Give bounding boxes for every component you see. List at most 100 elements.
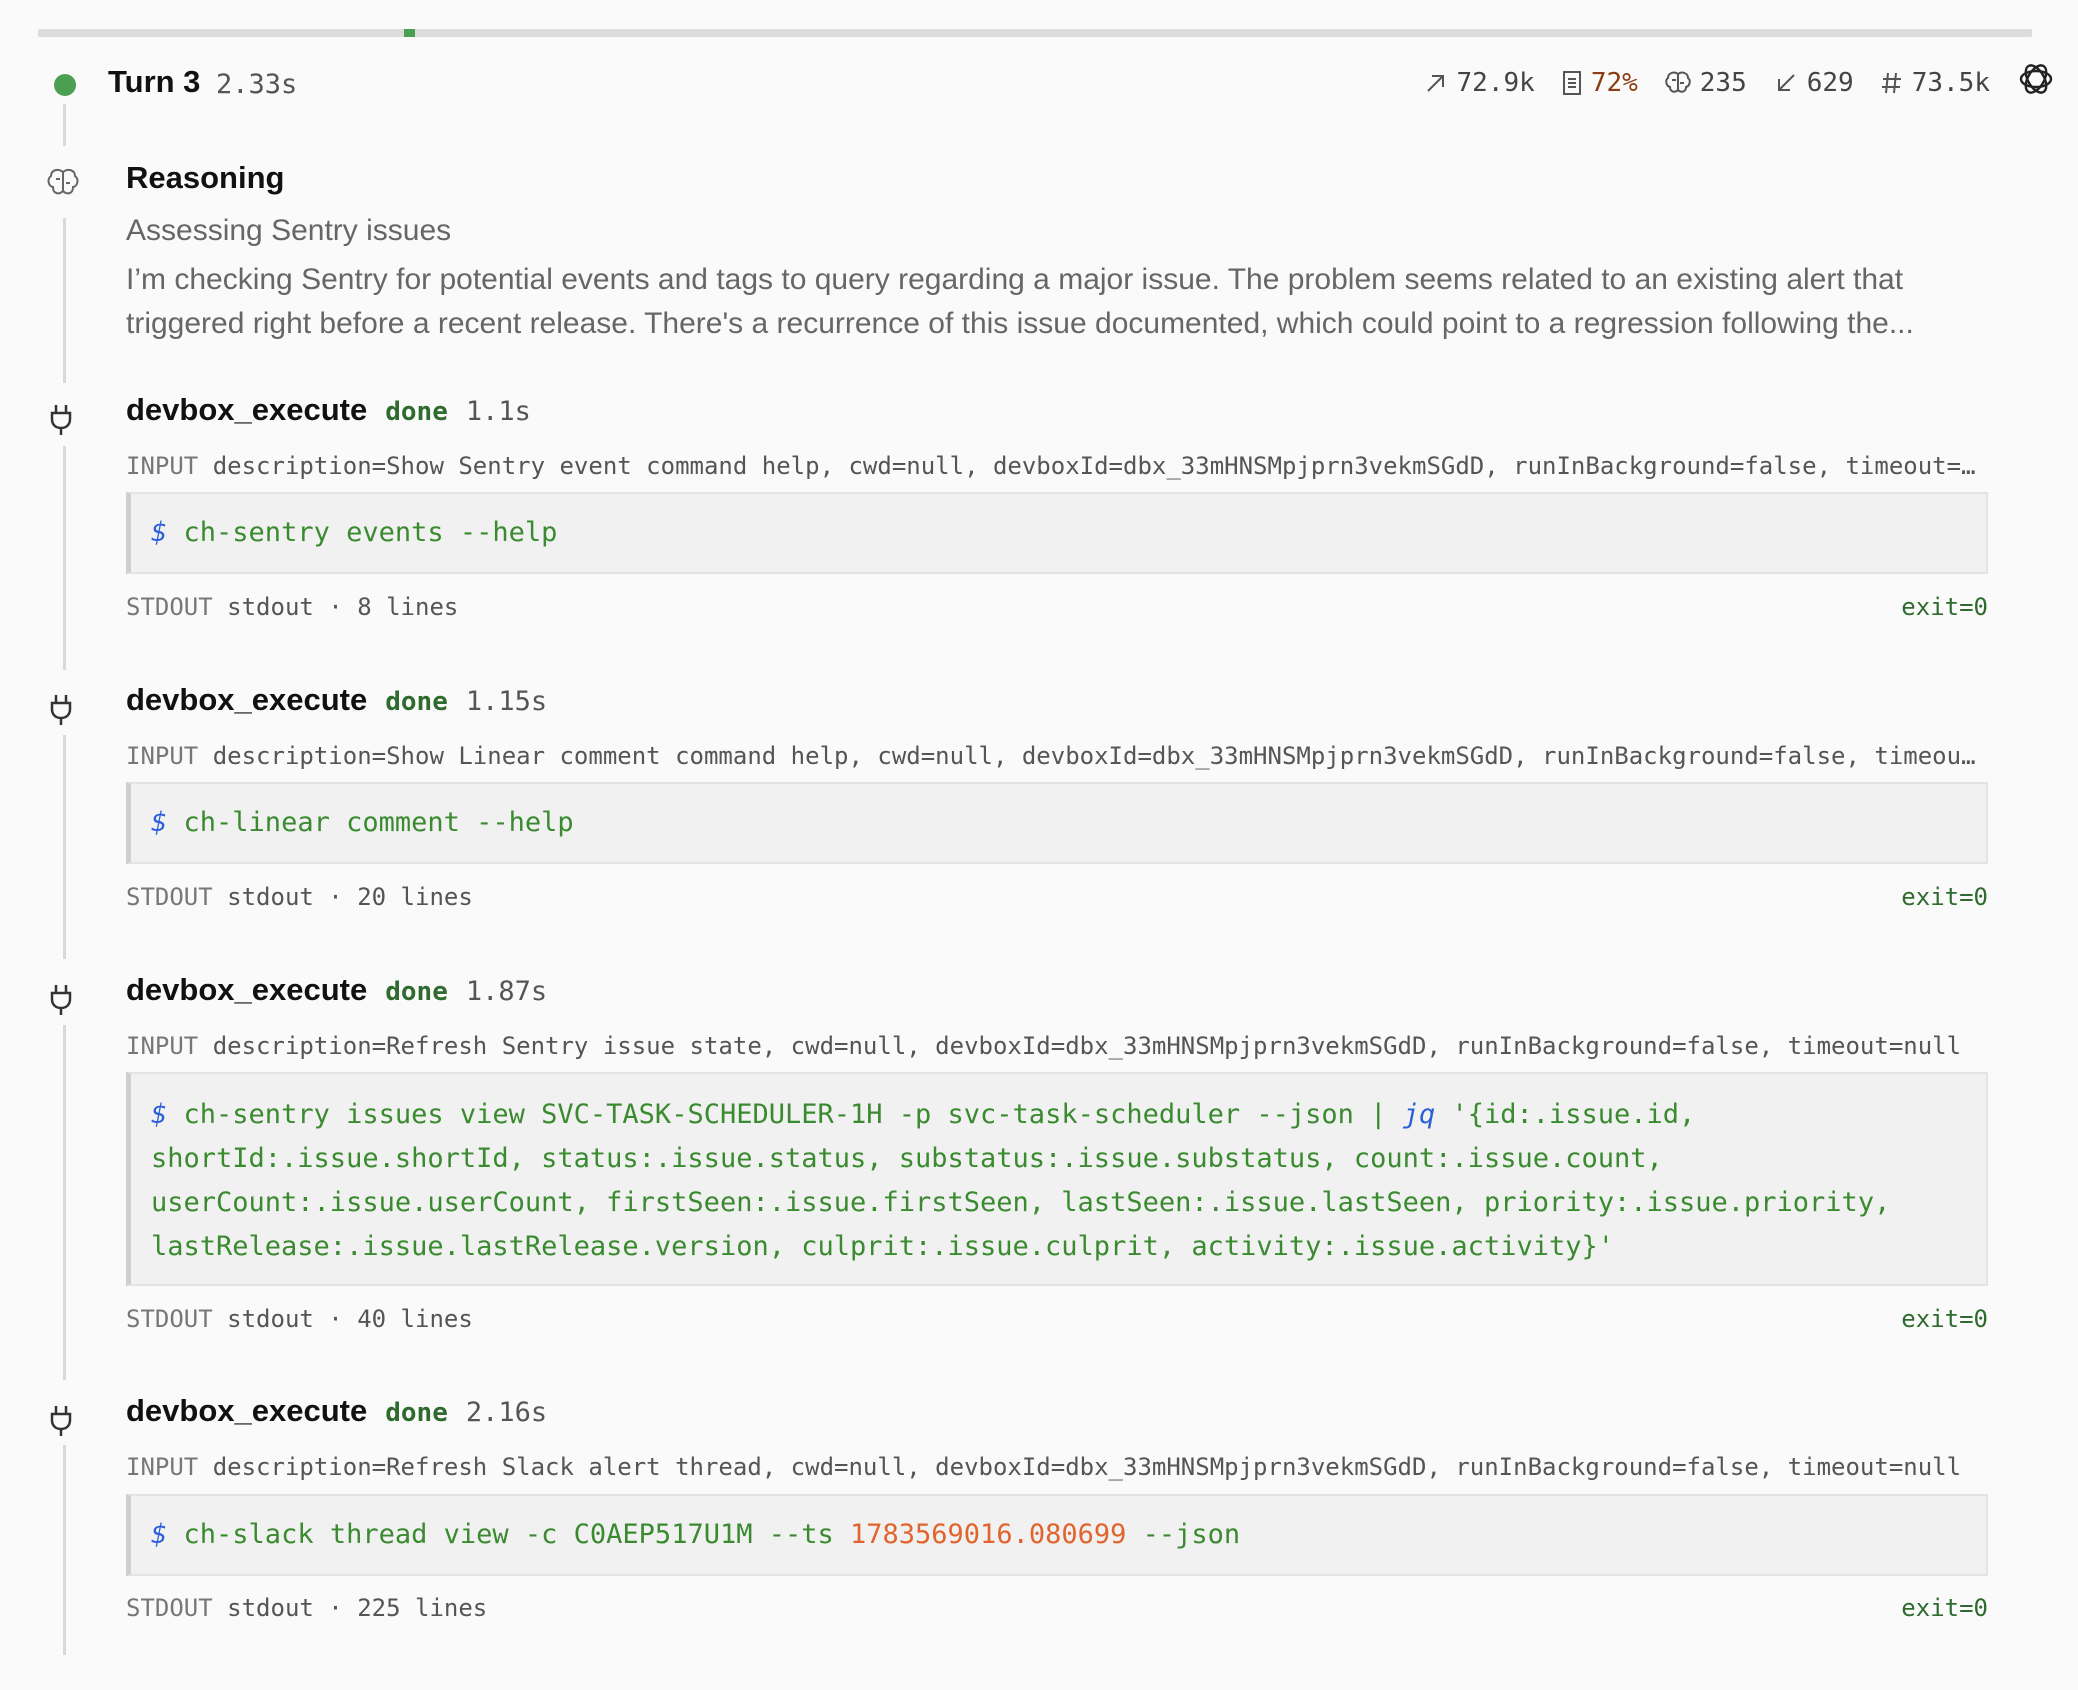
exit-code: exit=0 bbox=[1901, 1594, 1988, 1622]
reasoning-title: Reasoning bbox=[126, 160, 285, 195]
token-stats: 72.9k 72% 235 629 73.5k bbox=[1423, 61, 1990, 105]
plug-icon bbox=[50, 405, 72, 435]
tokens-out-value: 629 bbox=[1806, 68, 1854, 98]
turn-header: Turn 3 2.33s 72.9k 72% 235 629 73.5k bbox=[0, 58, 2078, 108]
input-tag: INPUT bbox=[126, 1032, 199, 1060]
tool-input: description=Refresh Sentry issue state, … bbox=[212, 1032, 1962, 1060]
command-text: ch-slack thread view -c C0AEP517U1M --ts bbox=[183, 1519, 851, 1550]
input-tag: INPUT bbox=[126, 1453, 199, 1481]
timeline-rail bbox=[63, 218, 66, 383]
status-dot bbox=[54, 74, 76, 96]
arrow-up-right-icon bbox=[1426, 75, 1444, 92]
arrow-down-left-icon bbox=[1777, 74, 1795, 91]
plug-icon bbox=[50, 1406, 72, 1436]
stdout-summary: stdout · 40 lines bbox=[227, 1305, 473, 1333]
tool-name: devbox_execute bbox=[126, 682, 368, 717]
command-text: ch-linear comment --help bbox=[183, 807, 574, 838]
turn-duration: 2.33s bbox=[216, 69, 298, 100]
prompt-symbol: $ bbox=[151, 1099, 168, 1130]
brain-icon bbox=[47, 168, 79, 195]
plug-icon bbox=[50, 695, 72, 725]
command-line: $ ch-sentry issues view SVC-TASK-SCHEDUL… bbox=[151, 1093, 1966, 1137]
document-icon bbox=[1562, 71, 1581, 95]
stdout-line[interactable]: STDOUT stdout · 40 lines exit=0 bbox=[126, 1305, 1988, 1333]
timeline-rail bbox=[63, 446, 66, 670]
tool-input-line: INPUT description=Refresh Sentry issue s… bbox=[126, 1032, 1988, 1060]
tool-call-header[interactable]: devbox_execute done 2.16s bbox=[126, 1393, 547, 1429]
command-text: --json bbox=[1126, 1519, 1241, 1550]
command-block[interactable]: $ ch-sentry issues view SVC-TASK-SCHEDUL… bbox=[126, 1072, 1988, 1286]
stdout-tag: STDOUT bbox=[126, 1594, 213, 1622]
tool-call-header[interactable]: devbox_execute done 1.1s bbox=[126, 392, 531, 428]
tokens-in-value: 72.9k bbox=[1456, 68, 1535, 98]
stat-context: 72% bbox=[1561, 68, 1638, 98]
timestamp-arg: 1783569016.080699 bbox=[850, 1519, 1127, 1550]
tool-input-line: INPUT description=Show Linear comment co… bbox=[126, 742, 1988, 770]
stdout-tag: STDOUT bbox=[126, 883, 213, 911]
brain-icon bbox=[1665, 71, 1691, 93]
exit-code: exit=0 bbox=[1901, 883, 1988, 911]
command-block[interactable]: $ ch-slack thread view -c C0AEP517U1M --… bbox=[126, 1494, 1988, 1576]
timeline-rail bbox=[63, 104, 66, 146]
stdout-summary: stdout · 225 lines bbox=[227, 1594, 488, 1622]
timeline-rail bbox=[63, 1445, 66, 1655]
tool-name: devbox_execute bbox=[126, 392, 368, 427]
command-text: ch-sentry events --help bbox=[183, 517, 558, 548]
prompt-symbol: $ bbox=[151, 517, 168, 548]
tool-name: devbox_execute bbox=[126, 972, 368, 1007]
total-tokens-value: 73.5k bbox=[1911, 68, 1990, 98]
command-block[interactable]: $ ch-sentry events --help bbox=[126, 492, 1988, 574]
tool-call-header[interactable]: devbox_execute done 1.87s bbox=[126, 972, 547, 1008]
reasoning-subtitle: Assessing Sentry issues bbox=[126, 214, 452, 247]
command-line: userCount:.issue.userCount, firstSeen:.i… bbox=[151, 1187, 1891, 1218]
command-text: ch-sentry issues view SVC-TASK-SCHEDULER… bbox=[183, 1099, 1403, 1130]
stdout-line[interactable]: STDOUT stdout · 20 lines exit=0 bbox=[126, 883, 1988, 911]
tool-status: done bbox=[385, 977, 448, 1007]
tool-input: description=Refresh Slack alert thread, … bbox=[212, 1453, 1962, 1481]
input-tag: INPUT bbox=[126, 452, 199, 480]
tool-status: done bbox=[385, 397, 448, 427]
stat-tokens-out: 629 bbox=[1773, 68, 1854, 98]
command-block[interactable]: $ ch-linear comment --help bbox=[126, 782, 1988, 864]
stdout-tag: STDOUT bbox=[126, 1305, 213, 1333]
prompt-symbol: $ bbox=[151, 807, 168, 838]
progress-marker bbox=[404, 29, 415, 37]
tool-status: done bbox=[385, 687, 448, 717]
context-percent-value: 72% bbox=[1590, 68, 1638, 98]
stdout-tag: STDOUT bbox=[126, 593, 213, 621]
tool-duration: 1.87s bbox=[465, 976, 548, 1007]
command-text: '{id:.issue.id, bbox=[1435, 1099, 1696, 1130]
command-line: shortId:.issue.shortId, status:.issue.st… bbox=[151, 1143, 1663, 1174]
plug-icon bbox=[50, 985, 72, 1015]
tool-input-line: INPUT description=Show Sentry event comm… bbox=[126, 452, 1988, 480]
prompt-symbol: $ bbox=[151, 1519, 168, 1550]
exit-code: exit=0 bbox=[1901, 593, 1988, 621]
reasoning-tokens-value: 235 bbox=[1699, 68, 1747, 98]
timeline-rail bbox=[63, 735, 66, 959]
tool-duration: 2.16s bbox=[465, 1397, 548, 1428]
stdout-line[interactable]: STDOUT stdout · 8 lines exit=0 bbox=[126, 593, 1988, 621]
tool-name: devbox_execute bbox=[126, 1393, 368, 1428]
turn-progress-bar[interactable] bbox=[38, 29, 2032, 37]
tool-input: description=Show Sentry event command he… bbox=[212, 452, 1988, 480]
tool-duration: 1.15s bbox=[465, 686, 548, 717]
tool-call-header[interactable]: devbox_execute done 1.15s bbox=[126, 682, 547, 718]
timeline-rail bbox=[63, 1025, 66, 1380]
openai-logo-icon bbox=[2019, 64, 2053, 94]
tool-input-line: INPUT description=Refresh Slack alert th… bbox=[126, 1453, 1988, 1481]
stat-total: 73.5k bbox=[1880, 68, 1990, 98]
reasoning-body: I’m checking Sentry for potential events… bbox=[126, 263, 1914, 340]
stat-reasoning: 235 bbox=[1664, 68, 1747, 98]
stat-tokens-in: 72.9k bbox=[1423, 68, 1535, 98]
turn-title: Turn 3 bbox=[108, 64, 201, 99]
jq-keyword: jq bbox=[1402, 1099, 1436, 1130]
tool-status: done bbox=[385, 1398, 448, 1428]
stdout-summary: stdout · 20 lines bbox=[227, 883, 473, 911]
command-line: lastRelease:.issue.lastRelease.version, … bbox=[151, 1231, 1614, 1262]
input-tag: INPUT bbox=[126, 742, 199, 770]
tool-input: description=Show Linear comment command … bbox=[212, 742, 1988, 770]
tool-duration: 1.1s bbox=[465, 396, 531, 427]
stdout-summary: stdout · 8 lines bbox=[227, 593, 459, 621]
stdout-line[interactable]: STDOUT stdout · 225 lines exit=0 bbox=[126, 1594, 1988, 1622]
hash-icon bbox=[1881, 72, 1901, 94]
